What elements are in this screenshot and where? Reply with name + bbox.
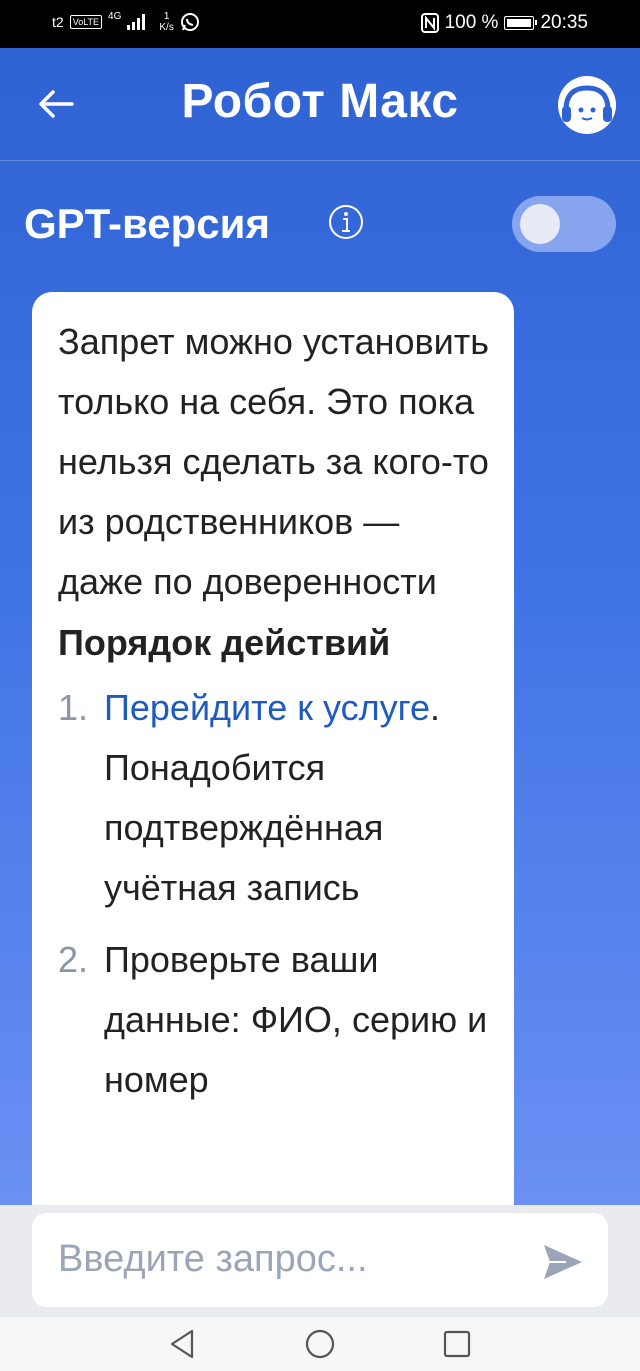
toggle-knob [520, 204, 560, 244]
bot-message-bubble: Запрет можно установить только на себя. … [32, 292, 514, 1205]
list-item: 2. Проверьте ваши данные: ФИО, серию и н… [58, 930, 490, 1110]
gpt-version-toggle[interactable] [512, 196, 616, 252]
nfc-icon [420, 13, 439, 33]
step-number: 2. [58, 939, 89, 980]
status-right: 100 % 20:35 [420, 12, 588, 34]
battery-percent: 100 % [444, 12, 499, 33]
robot-avatar-icon [558, 76, 616, 134]
nav-home-icon[interactable] [303, 1327, 337, 1361]
chat-screen: Робот Макс GPT-версия Запрет можно устан… [0, 48, 640, 1205]
list-item: 1. Перейдите к услуге. Понадобится подтв… [58, 678, 490, 918]
steps-title: Порядок действий [58, 622, 391, 663]
net-speed: 1 K/s [159, 11, 173, 33]
volte-badge: VoLTE [69, 15, 103, 29]
status-bar: t2 VoLTE 4G 1 K/s 100 % 20:35 [0, 0, 640, 48]
nav-recents-icon[interactable] [440, 1327, 474, 1361]
net-speed-unit: K/s [159, 22, 174, 33]
nav-back-icon[interactable] [166, 1327, 200, 1361]
net-speed-value: 1 [163, 11, 170, 22]
system-nav-bar [0, 1317, 640, 1371]
battery-icon [504, 16, 538, 30]
link-period: . [430, 687, 441, 728]
input-box [32, 1213, 608, 1307]
step-description: Проверьте ваши данные: ФИО, серию и номе… [104, 939, 488, 1100]
gpt-version-label: GPT-версия [24, 200, 270, 247]
input-bar [0, 1205, 640, 1317]
go-to-service-link[interactable]: Перейдите к услуге [104, 687, 430, 728]
step-text: Перейдите к услуге. Понадобится подтверж… [104, 678, 490, 918]
gpt-version-row: GPT-версия [24, 196, 616, 256]
send-button[interactable] [540, 1239, 586, 1285]
signal-icon [127, 14, 146, 30]
app-header: Робот Макс [0, 48, 640, 161]
network-type: 4G [108, 10, 122, 22]
robot-avatar-button[interactable] [556, 74, 618, 136]
page-title: Робот Макс [181, 75, 459, 128]
step-number: 1. [58, 687, 89, 728]
info-icon[interactable] [328, 204, 364, 240]
step-description: Понадобится подтверждённая учётная запис… [104, 747, 384, 908]
status-left: t2 VoLTE 4G 1 K/s [52, 11, 200, 33]
message-intro: Запрет можно установить только на себя. … [58, 321, 490, 602]
steps-list: 1. Перейдите к услуге. Понадобится подтв… [58, 678, 490, 1110]
carrier-label: t2 [52, 14, 64, 30]
send-icon [544, 1245, 582, 1279]
query-input[interactable] [56, 1237, 520, 1282]
clock: 20:35 [540, 12, 588, 33]
whatsapp-icon [180, 13, 199, 31]
